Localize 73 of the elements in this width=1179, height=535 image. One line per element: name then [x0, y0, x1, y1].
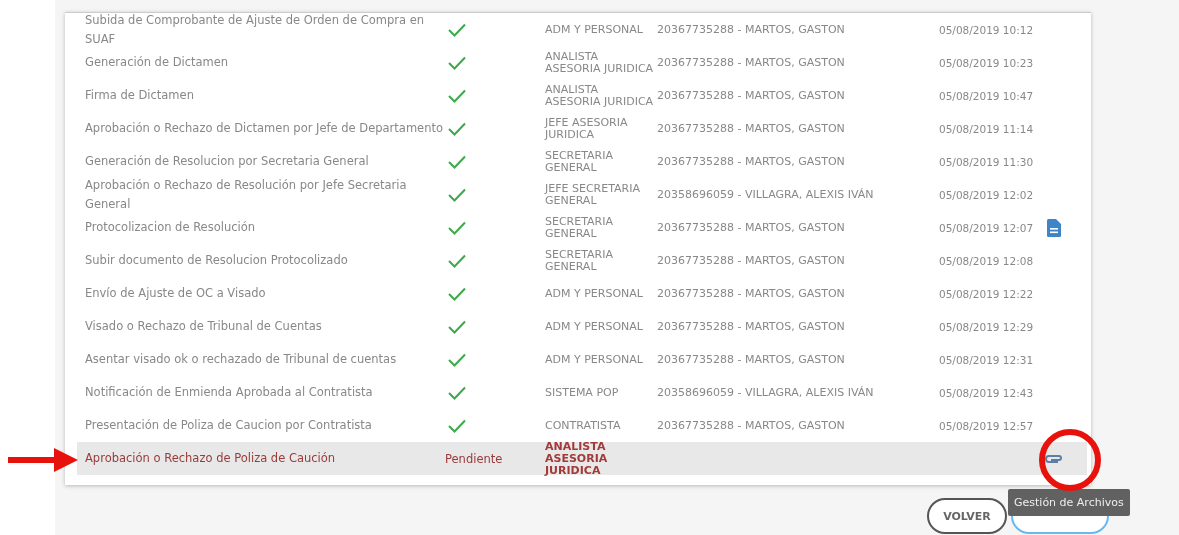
area-name: ANALISTA ASESORIA JURIDICA — [545, 440, 609, 477]
date-time: 05/08/2019 12:02 — [939, 188, 1034, 201]
area-name: ADM Y PERSONAL — [545, 353, 644, 366]
area-name: JEFE SECRETARIA GENERAL — [545, 182, 641, 207]
user-name: 20367735288 - MARTOS, GASTON — [657, 287, 845, 300]
task-name: Aprobación o Rechazo de Dictamen por Jefe de Departamento — [85, 120, 444, 137]
area-name: CONTRATISTA — [545, 419, 622, 432]
task-name: Notificación de Enmienda Aprobada al Contratista — [85, 384, 374, 401]
task-name: Generación de Resolucion por Secretaria General — [85, 153, 370, 170]
user-name: 20367735288 - MARTOS, GASTON — [657, 23, 845, 36]
task-name: Subida de Comprobante de Ajuste de Orden de Compra en SUAF — [85, 11, 425, 48]
table-row[interactable]: Asentar visado ok o rechazado de Tribunal de cuentas ADM Y PERSONAL 20367735288 - MARTOS, GASTON 05/08/2019 12:31 — [85, 343, 1087, 376]
task-name: Firma de Dictamen — [85, 87, 195, 104]
task-name: Subir documento de Resolucion Protocolizado — [85, 252, 349, 269]
area-name: ADM Y PERSONAL — [545, 287, 644, 300]
date-time: 05/08/2019 12:57 — [939, 419, 1034, 432]
date-time: 05/08/2019 11:30 — [939, 155, 1034, 168]
table-row[interactable]: Aprobación o Rechazo de Dictamen por Jefe de Departamento JEFE ASESORIA JURIDICA 20367735288 - MARTOS, GASTON 05/08/2019 11:14 — [85, 112, 1087, 145]
table-row[interactable]: Subir documento de Resolucion Protocolizado SECRETARIA GENERAL 20367735288 - MARTOS, GASTON 05/08/2019 12:08 — [85, 244, 1087, 277]
user-name: 20367735288 - MARTOS, GASTON — [657, 353, 845, 366]
task-name: Protocolizacion de Resolución — [85, 219, 257, 236]
date-time: 05/08/2019 11:14 — [939, 122, 1034, 135]
user-name: 20367735288 - MARTOS, GASTON — [657, 89, 845, 102]
table-row[interactable]: Presentación de Poliza de Caucion por Contratista CONTRATISTA 20367735288 - MARTOS, GASTON 05/08/2019 12:57 — [85, 409, 1087, 442]
table-row[interactable]: Aprobación o Rechazo de Resolución por Jefe Secretaria General JEFE SECRETARIA GENERAL 20358696059 - VILLAGRA, ALEXIS IVÁN 05/08/2019 12:02 — [85, 178, 1087, 211]
area-name: ANALISTA ASESORIA JURIDICA — [545, 50, 655, 75]
user-name: 20367735288 - MARTOS, GASTON — [657, 122, 845, 135]
table-row[interactable]: Aprobación o Rechazo de Poliza de Caución Pendiente ANALISTA ASESORIA JURIDICA — [77, 442, 1087, 475]
area-name: ANALISTA ASESORIA JURIDICA — [545, 83, 655, 108]
task-name: Generación de Dictamen — [85, 54, 230, 71]
date-time: 05/08/2019 12:31 — [939, 353, 1034, 366]
user-name: 20367735288 - MARTOS, GASTON — [657, 155, 845, 168]
area-name: SECRETARIA GENERAL — [545, 248, 614, 273]
area-name: ADM Y PERSONAL — [545, 320, 644, 333]
date-time: 05/08/2019 10:23 — [939, 56, 1034, 69]
date-time: 05/08/2019 10:12 — [939, 23, 1034, 36]
area-name: SECRETARIA GENERAL — [545, 149, 614, 174]
user-name: 20358696059 - VILLAGRA, ALEXIS IVÁN — [657, 386, 874, 399]
user-name: 20367735288 - MARTOS, GASTON — [657, 254, 845, 267]
table-row[interactable]: Visado o Rechazo de Tribunal de Cuentas ADM Y PERSONAL 20367735288 - MARTOS, GASTON 05/08/2019 12:29 — [85, 310, 1087, 343]
task-name: Visado o Rechazo de Tribunal de Cuentas — [85, 318, 323, 335]
date-time: 05/08/2019 12:29 — [939, 320, 1034, 333]
date-time: 05/08/2019 10:47 — [939, 89, 1034, 102]
date-time: 05/08/2019 12:43 — [939, 386, 1034, 399]
area-name: ADM Y PERSONAL — [545, 23, 644, 36]
area-name: SISTEMA POP — [545, 386, 620, 399]
task-name: Aprobación o Rechazo de Poliza de Caución — [85, 450, 337, 467]
table-row[interactable]: Envío de Ajuste de OC a Visado ADM Y PERSONAL 20367735288 - MARTOS, GASTON 05/08/2019 12:22 — [85, 277, 1087, 310]
date-time: 05/08/2019 12:07 — [939, 221, 1034, 234]
task-name: Envío de Ajuste de OC a Visado — [85, 285, 267, 302]
user-name: 20367735288 - MARTOS, GASTON — [657, 221, 845, 234]
task-name: Asentar visado ok o rechazado de Tribunal de cuentas — [85, 351, 398, 368]
area-name: JEFE ASESORIA JURIDICA — [545, 116, 629, 141]
table-row[interactable]: Subida de Comprobante de Ajuste de Orden de Compra en SUAF ADM Y PERSONAL 20367735288 - MARTOS, GASTON 05/08/2019 10:12 — [85, 13, 1087, 46]
user-name: 20367735288 - MARTOS, GASTON — [657, 320, 845, 333]
arrow-annotation — [8, 446, 78, 474]
user-name: 20367735288 - MARTOS, GASTON — [657, 56, 845, 69]
back-button[interactable]: VOLVER — [927, 498, 1007, 534]
status-text: Pendiente — [445, 451, 503, 466]
user-name: 20358696059 - VILLAGRA, ALEXIS IVÁN — [657, 188, 874, 201]
tooltip: Gestión de Archivos — [1008, 489, 1130, 516]
table-row[interactable]: Protocolizacion de Resolución SECRETARIA GENERAL 20367735288 - MARTOS, GASTON 05/08/2019 12:07 — [85, 211, 1087, 244]
area-name: SECRETARIA GENERAL — [545, 215, 614, 240]
date-time: 05/08/2019 12:08 — [939, 254, 1034, 267]
date-time: 05/08/2019 12:22 — [939, 287, 1034, 300]
circle-annotation — [1038, 428, 1102, 492]
task-name: Presentación de Poliza de Caucion por Contratista — [85, 417, 373, 434]
user-name: 20367735288 - MARTOS, GASTON — [657, 419, 845, 432]
task-name: Aprobación o Rechazo de Resolución por Jefe Secretaria General — [85, 176, 408, 213]
document-icon[interactable] — [1047, 218, 1061, 237]
table-row[interactable]: Generación de Resolucion por Secretaria General SECRETARIA GENERAL 20367735288 - MARTOS, GASTON 05/08/2019 11:30 — [85, 145, 1087, 178]
table-row[interactable]: Notificación de Enmienda Aprobada al Contratista SISTEMA POP 20358696059 - VILLAGRA, ALEXIS IVÁN 05/08/2019 12:43 — [85, 376, 1087, 409]
paperclip-icon[interactable] — [1044, 452, 1064, 465]
